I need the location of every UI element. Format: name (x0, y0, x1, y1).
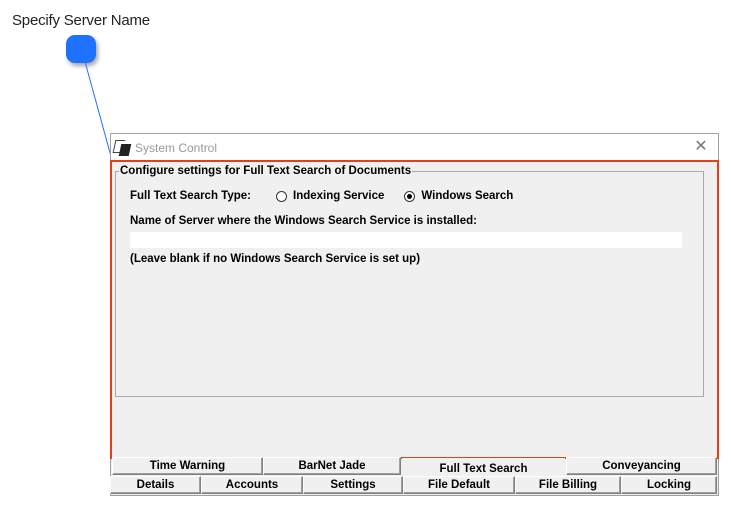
close-icon[interactable]: ✕ (692, 138, 710, 156)
tab-file-default[interactable]: File Default (403, 476, 515, 494)
radio-windows-search-circle[interactable] (404, 190, 416, 202)
tab-conveyancing[interactable]: Conveyancing (566, 457, 717, 475)
tab-time-warning[interactable]: Time Warning (112, 457, 263, 475)
radio-indexing-service[interactable]: Indexing Service (276, 190, 384, 202)
window-title: System Control (135, 140, 218, 155)
search-type-row: Full Text Search Type: Indexing Service … (130, 190, 513, 202)
app-logo-icon (112, 139, 132, 156)
tab-settings[interactable]: Settings (303, 476, 403, 494)
group-title: Configure settings for Full Text Search … (119, 165, 413, 177)
radio-indexing-service-circle[interactable] (276, 190, 287, 202)
radio-windows-search[interactable]: Windows Search (404, 190, 513, 202)
search-type-label: Full Text Search Type: (130, 190, 251, 202)
server-name-note: (Leave blank if no Windows Search Servic… (130, 253, 421, 265)
tab-barnet-jade[interactable]: BarNet Jade (263, 457, 401, 475)
callout-marker (66, 35, 96, 63)
title-bar: System Control ✕ (111, 134, 718, 161)
radio-windows-search-label: Windows Search (421, 190, 514, 202)
tab-accounts[interactable]: Accounts (201, 476, 303, 494)
system-control-window: System Control ✕ Configure settings for … (110, 133, 719, 496)
tab-locking[interactable]: Locking (621, 476, 717, 494)
tab-file-billing[interactable]: File Billing (515, 476, 621, 494)
tab-details[interactable]: Details (110, 476, 201, 494)
server-name-input[interactable] (130, 232, 682, 248)
server-name-label: Name of Server where the Windows Search … (130, 215, 477, 227)
full-text-search-group (115, 171, 704, 397)
callout-title: Specify Server Name (12, 12, 150, 29)
radio-indexing-service-label: Indexing Service (293, 190, 385, 202)
